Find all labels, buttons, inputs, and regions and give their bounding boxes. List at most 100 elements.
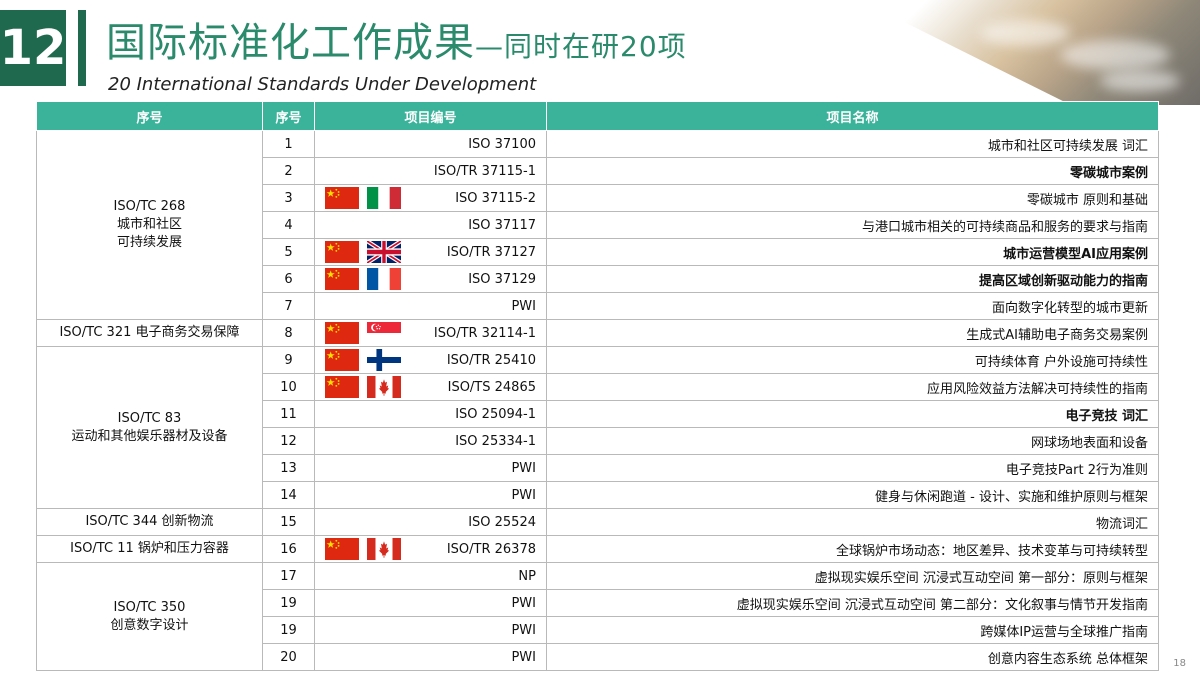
project-code-cell: ISO 37100 — [314, 130, 547, 158]
china-flag-icon — [325, 349, 359, 371]
technical-committee-cell: ISO/TC 11 锅炉和压力容器 — [36, 535, 263, 563]
sequence-cell: 3 — [262, 184, 315, 212]
project-code-text: ISO/TR 25410 — [446, 352, 536, 368]
sequence-cell: 17 — [262, 562, 315, 590]
project-code-cell: ISO 37115-2 — [314, 184, 547, 212]
project-name-cell: 虚拟现实娱乐空间 沉浸式互动空间 第二部分：文化叙事与情节开发指南 — [546, 589, 1159, 617]
project-code-cell: ISO/TR 37115-1 — [314, 157, 547, 185]
partner-flags — [325, 349, 401, 373]
project-code-text: PWI — [511, 622, 536, 638]
project-name-cell: 跨媒体IP运营与全球推广指南 — [546, 616, 1159, 644]
project-name-cell: 全球锅炉市场动态：地区差异、技术变革与可持续转型 — [546, 535, 1159, 563]
project-code-cell: PWI — [314, 292, 547, 320]
project-name-cell: 生成式AI辅助电子商务交易案例 — [546, 319, 1159, 347]
project-code-text: PWI — [511, 460, 536, 476]
technical-committee-cell: ISO/TC 83 运动和其他娱乐器材及设备 — [36, 346, 263, 509]
project-name-cell: 健身与休闲跑道 - 设计、实施和维护原则与框架 — [546, 481, 1159, 509]
page-subtitle: 20 International Standards Under Develop… — [108, 74, 537, 95]
canada-flag-icon — [367, 376, 401, 398]
table-row: ISO/TC 83 运动和其他娱乐器材及设备 9 ISO/TR 25410 可持续体育 … — [36, 346, 1159, 509]
project-code-cell: ISO/TR 25410 — [314, 346, 547, 374]
column-header-tc: 序号 — [36, 101, 263, 131]
project-code-text: PWI — [511, 298, 536, 314]
project-code-cell: ISO/TR 32114-1 — [314, 319, 547, 347]
sequence-cell: 12 — [262, 427, 315, 455]
sequence-cell: 8 — [262, 319, 315, 347]
column-header-code: 项目编号 — [314, 101, 547, 131]
project-name-cell: 提高区域创新驱动能力的指南 — [546, 265, 1159, 293]
project-name-cell: 零碳城市案例 — [546, 157, 1159, 185]
project-code-text: ISO 37100 — [468, 136, 536, 152]
project-name-cell: 创意内容生态系统 总体框架 — [546, 643, 1159, 671]
partner-flags — [325, 241, 401, 265]
project-name-cell: 与港口城市相关的可持续商品和服务的要求与指南 — [546, 211, 1159, 239]
project-code-cell: PWI — [314, 643, 547, 671]
sequence-cell: 9 — [262, 346, 315, 374]
project-code-cell: ISO/TR 37127 — [314, 238, 547, 266]
project-code-cell: ISO/TR 26378 — [314, 535, 547, 563]
table-row: ISO/TC 11 锅炉和压力容器 16 ISO/TR 26378 全球锅炉市场动态：… — [36, 535, 1159, 563]
china-flag-icon — [325, 376, 359, 398]
singapore-flag-icon — [367, 322, 401, 344]
uk-flag-icon — [367, 241, 401, 263]
canada-flag-icon — [367, 538, 401, 560]
project-code-text: NP — [518, 568, 536, 584]
project-code-text: ISO/TS 24865 — [447, 379, 536, 395]
china-flag-icon — [325, 268, 359, 290]
column-header-seq: 序号 — [262, 101, 315, 131]
sequence-cell: 16 — [262, 535, 315, 563]
project-code-text: ISO 25094-1 — [455, 406, 536, 422]
sequence-cell: 1 — [262, 130, 315, 158]
sequence-cell: 5 — [262, 238, 315, 266]
sequence-cell: 10 — [262, 373, 315, 401]
italy-flag-icon — [367, 187, 401, 209]
project-code-text: PWI — [511, 649, 536, 665]
sequence-cell: 19 — [262, 589, 315, 617]
technical-committee-cell: ISO/TC 321 电子商务交易保障 — [36, 319, 263, 347]
sequence-cell: 14 — [262, 481, 315, 509]
project-code-text: ISO 37115-2 — [455, 190, 536, 206]
project-code-text: ISO/TR 37127 — [446, 244, 536, 260]
slide-number-badge: 12 — [0, 10, 66, 86]
page-title: 国际标准化工作成果—同时在研20项 — [106, 10, 687, 68]
project-code-cell: PWI — [314, 481, 547, 509]
sequence-cell: 6 — [262, 265, 315, 293]
title-accent-bar — [78, 10, 86, 86]
project-name-cell: 可持续体育 户外设施可持续性 — [546, 346, 1159, 374]
project-name-cell: 零碳城市 原则和基础 — [546, 184, 1159, 212]
column-header-name: 项目名称 — [546, 101, 1159, 131]
project-code-text: ISO 37129 — [468, 271, 536, 287]
project-name-cell: 面向数字化转型的城市更新 — [546, 292, 1159, 320]
project-name-cell: 网球场地表面和设备 — [546, 427, 1159, 455]
project-name-cell: 城市运营模型AI应用案例 — [546, 238, 1159, 266]
china-flag-icon — [325, 241, 359, 263]
partner-flags — [325, 322, 401, 346]
project-code-cell: PWI — [314, 616, 547, 644]
china-flag-icon — [325, 322, 359, 344]
table-body: ISO/TC 268 城市和社区 可持续发展 1 ISO 37100 城市和社区可持续发展… — [36, 130, 1159, 671]
project-code-text: ISO/TR 26378 — [446, 541, 536, 557]
project-code-text: ISO 25524 — [468, 514, 536, 530]
sequence-cell: 2 — [262, 157, 315, 185]
technical-committee-cell: ISO/TC 268 城市和社区 可持续发展 — [36, 130, 263, 320]
title-sub: —同时在研20项 — [475, 30, 687, 63]
sequence-cell: 11 — [262, 400, 315, 428]
project-code-cell: ISO 37129 — [314, 265, 547, 293]
project-code-cell: ISO 25094-1 — [314, 400, 547, 428]
project-name-cell: 应用风险效益方法解决可持续性的指南 — [546, 373, 1159, 401]
project-name-cell: 物流词汇 — [546, 508, 1159, 536]
partner-flags — [325, 268, 401, 292]
sequence-cell: 4 — [262, 211, 315, 239]
sequence-cell: 13 — [262, 454, 315, 482]
sequence-cell: 19 — [262, 616, 315, 644]
project-code-text: ISO/TR 32114-1 — [433, 325, 536, 341]
table-row: ISO/TC 350 创意数字设计 17 NP 虚拟现实娱乐空间 沉浸式互动空间 第一部… — [36, 562, 1159, 671]
table-row: ISO/TC 321 电子商务交易保障 8 ISO/TR 32114-1 生成式AI辅… — [36, 319, 1159, 347]
table-row: ISO/TC 268 城市和社区 可持续发展 1 ISO 37100 城市和社区可持续发展… — [36, 130, 1159, 320]
project-code-text: ISO 25334-1 — [455, 433, 536, 449]
technical-committee-cell: ISO/TC 344 创新物流 — [36, 508, 263, 536]
finland-flag-icon — [367, 349, 401, 371]
project-code-cell: ISO/TS 24865 — [314, 373, 547, 401]
table-header-row: 序号 序号 项目编号 项目名称 — [36, 101, 1159, 131]
background-sky-image — [860, 0, 1200, 105]
